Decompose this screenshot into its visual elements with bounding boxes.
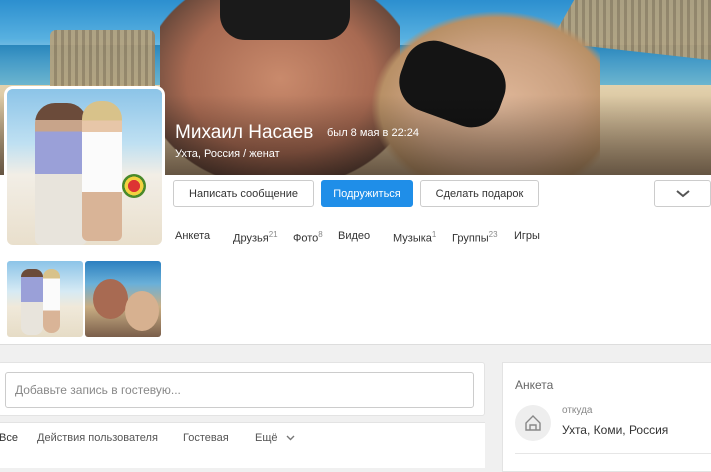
profile-name: Михаил Насаев — [175, 122, 314, 143]
origin-label: откуда — [562, 405, 593, 416]
profile-avatar[interactable] — [7, 89, 162, 245]
cover-sunglasses-man — [220, 0, 350, 40]
avatar-bouquet — [122, 174, 146, 198]
tab-friends[interactable]: Друзья21 — [233, 230, 278, 245]
tab-label: Анкета — [175, 230, 211, 242]
tab-label: Музыка — [393, 232, 432, 245]
tab-groups[interactable]: Группы23 — [452, 230, 498, 245]
origin-value: Ухта, Коми, Россия — [562, 423, 669, 437]
tab-anketa[interactable]: Анкета — [175, 230, 210, 242]
home-icon — [515, 405, 551, 441]
tab-photos[interactable]: Фото8 — [293, 230, 323, 245]
feed-tab-more-label: Ещё — [255, 432, 278, 444]
feed-tab-more[interactable]: Ещё — [255, 432, 295, 444]
profile-location: Ухта, Россия / женат — [175, 148, 280, 160]
tab-label: Друзья — [233, 232, 269, 245]
tab-count: 1 — [431, 230, 437, 239]
thumb-woman — [43, 269, 60, 333]
tab-count: 21 — [268, 230, 278, 239]
photo-thumbnail[interactable] — [7, 261, 83, 337]
guestbook-input[interactable]: Добавьте запись в гостевую... — [5, 372, 474, 408]
feed-tabs-bar — [0, 422, 485, 468]
avatar-man — [35, 103, 87, 245]
feed-tab-user-actions[interactable]: Действия пользователя — [37, 432, 158, 444]
home-icon-svg — [525, 415, 541, 431]
more-actions-button[interactable] — [654, 180, 711, 207]
thumb-face-man — [93, 279, 128, 319]
anketa-title: Анкета — [515, 378, 554, 392]
tab-count: 23 — [488, 230, 498, 239]
thumb-man — [21, 269, 43, 335]
send-gift-button[interactable]: Сделать подарок — [420, 180, 539, 207]
tab-video[interactable]: Видео — [338, 230, 370, 242]
tab-label: Видео — [338, 230, 371, 242]
tab-music[interactable]: Музыка1 — [393, 230, 436, 245]
chevron-down-icon — [286, 435, 295, 441]
tab-label: Фото — [293, 232, 319, 245]
last-seen: был 8 мая в 22:24 — [327, 127, 419, 139]
add-friend-button[interactable]: Подружиться — [321, 180, 413, 207]
write-message-button[interactable]: Написать сообщение — [173, 180, 314, 207]
thumb-face-woman — [125, 291, 159, 331]
photo-thumbnail[interactable] — [85, 261, 161, 337]
feed-tab-all[interactable]: Все — [0, 432, 18, 444]
chevron-down-icon — [675, 190, 690, 198]
feed-tab-guestbook[interactable]: Гостевая — [183, 432, 229, 444]
anketa-divider — [515, 453, 711, 454]
tab-label: Игры — [514, 230, 540, 242]
avatar-woman — [82, 101, 122, 241]
tab-count: 8 — [318, 230, 323, 239]
tab-label: Группы — [452, 232, 489, 245]
tab-games[interactable]: Игры — [514, 230, 540, 242]
